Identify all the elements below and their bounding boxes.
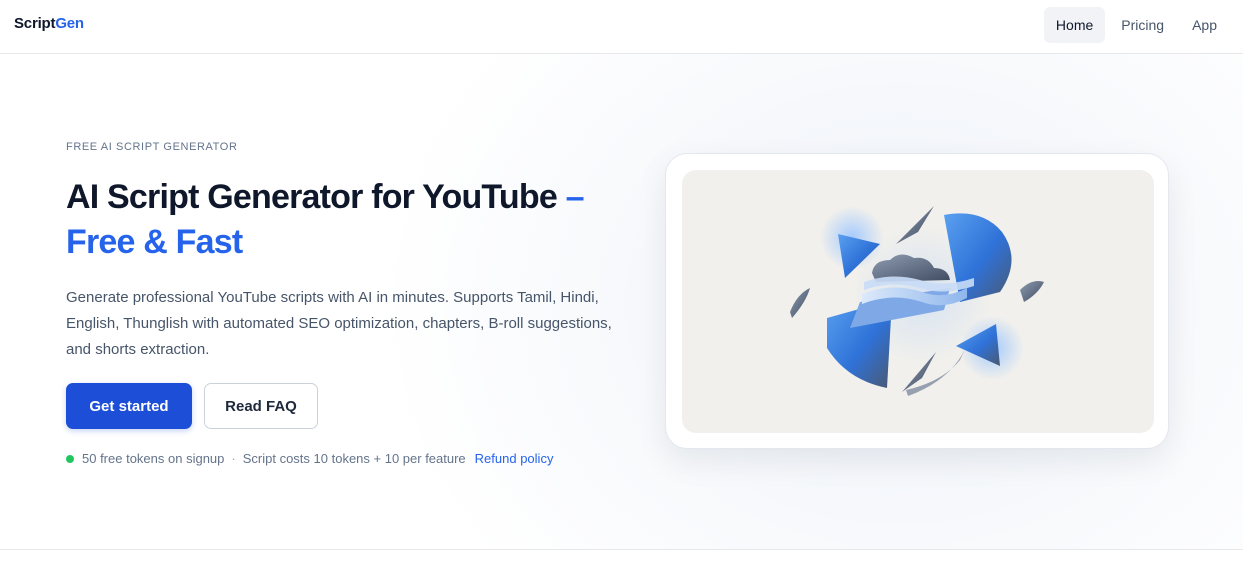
nav-item-pricing[interactable]: Pricing	[1109, 7, 1176, 43]
abstract-ai-illustration-icon	[790, 206, 1044, 396]
hero-headline: AI Script Generator for YouTube – Free &…	[66, 175, 646, 265]
nav-item-app[interactable]: App	[1180, 7, 1229, 43]
script-cost-note: Script costs 10 tokens + 10 per feature	[242, 451, 466, 466]
illustration-frame	[682, 170, 1154, 433]
brand-name-part2: Gen	[55, 15, 84, 32]
section-divider	[0, 549, 1243, 550]
refund-policy-link[interactable]: Refund policy	[475, 451, 554, 466]
hero-section: FREE AI SCRIPT GENERATOR AI Script Gener…	[0, 54, 1243, 549]
hero-meta: 50 free tokens on signup · Script costs …	[66, 451, 553, 466]
hero-eyebrow: FREE AI SCRIPT GENERATOR	[66, 141, 238, 153]
brand-logo[interactable]: ScriptGen	[14, 15, 84, 32]
headline-main: AI Script Generator for YouTube	[66, 178, 558, 216]
main-nav: Home Pricing App	[1043, 7, 1229, 43]
top-navigation-bar: ScriptGen Home Pricing App	[0, 0, 1243, 54]
get-started-button[interactable]: Get started	[66, 383, 192, 429]
meta-separator: ·	[231, 451, 236, 466]
status-dot-icon	[66, 454, 74, 463]
read-faq-button[interactable]: Read FAQ	[204, 383, 318, 429]
nav-item-home[interactable]: Home	[1043, 7, 1106, 43]
free-tokens-note: 50 free tokens on signup	[82, 451, 225, 466]
brand-name-part1: Script	[14, 15, 56, 32]
illustration-card	[665, 153, 1169, 449]
hero-description: Generate professional YouTube scripts wi…	[66, 289, 612, 358]
